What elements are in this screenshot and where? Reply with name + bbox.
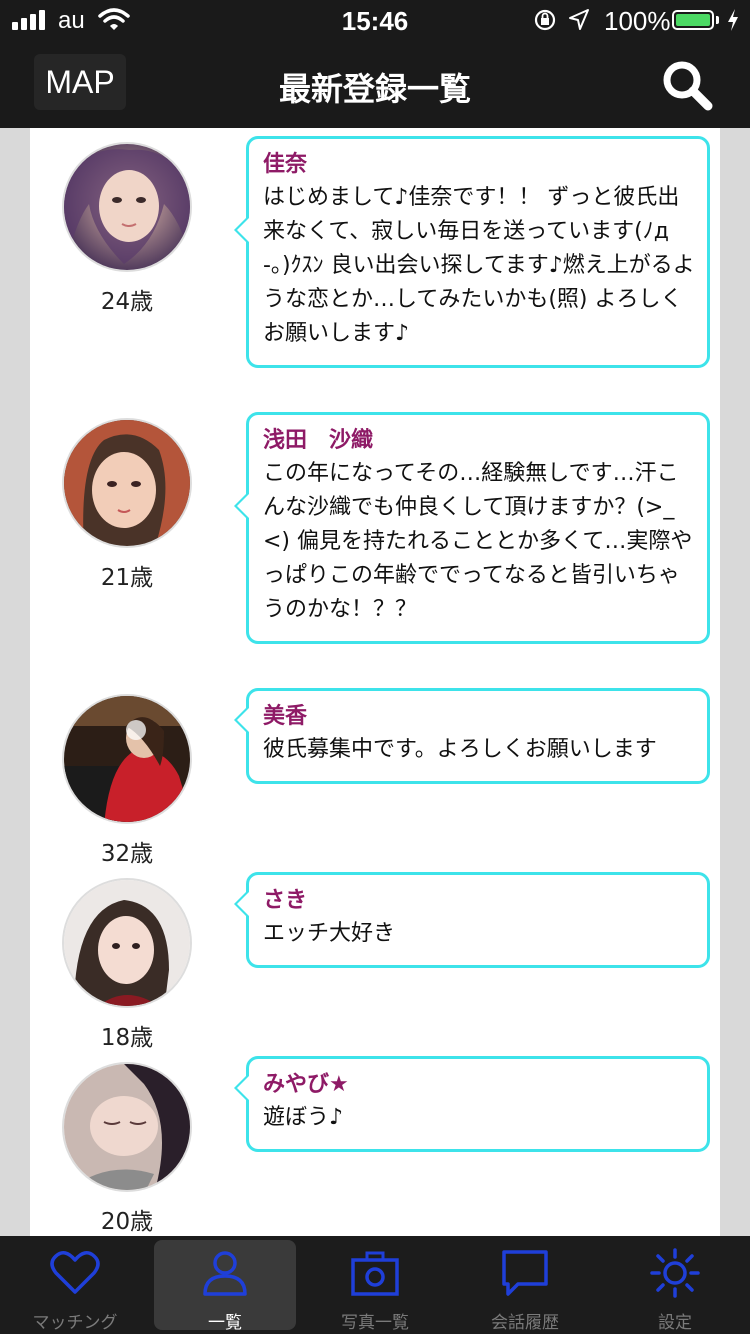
avatar[interactable] [62,418,192,548]
page-title: 最新登録一覧 [278,70,471,108]
profile-photo [64,144,190,270]
profile-photo [64,880,190,1006]
profile-name: 佳奈 [263,152,308,177]
profile-entry[interactable]: 18歳 さき エッチ大好き [30,864,720,1051]
profile-name: さき [263,888,308,913]
age-label: 20歳 [100,1209,154,1235]
message-bubble[interactable]: 佳奈 はじめまして♪佳奈です！！ ずっと彼氏出来なくて、寂しい毎日を送っています… [234,136,710,368]
heart-icon [50,1251,100,1294]
profile-entry[interactable]: 21歳 浅田 沙織 この年になってその…経験無しです…汗こんな沙織でも仲良くして… [30,404,720,674]
message-bubble[interactable]: さき エッチ大好き [234,872,710,968]
battery-tip [716,16,719,24]
tab-label: 写真一覧 [341,1313,409,1333]
tab-matching[interactable]: マッチング [0,1236,150,1334]
battery-percent: 100% [604,6,671,36]
profile-message: この年になってその…経験無しです…汗こんな沙織でも仲良くして頂けますか？(>_<… [263,461,693,622]
tab-chat-history[interactable]: 会話履歴 [450,1236,600,1334]
profile-entry[interactable]: 20歳 みやび★ 遊ぼう♪ [30,1048,720,1236]
message-bubble[interactable]: 浅田 沙織 この年になってその…経験無しです…汗こんな沙織でも仲良くして頂けます… [234,412,710,644]
profile-message: 彼氏募集中です。よろしくお願いします [263,737,657,762]
chat-bubble-icon [502,1250,548,1296]
avatar[interactable] [62,694,192,824]
profile-message: 遊ぼう♪ [263,1105,344,1130]
location-arrow-icon [569,9,589,30]
profile-photo [64,1064,190,1190]
avatar[interactable] [62,1062,192,1192]
message-bubble[interactable]: みやび★ 遊ぼう♪ [234,1056,710,1152]
rotation-lock-icon [534,9,556,31]
profile-entry[interactable]: 32歳 美香 彼氏募集中です。よろしくお願いします [30,680,720,867]
age-label: 21歳 [100,565,154,591]
age-label: 24歳 [100,289,154,315]
search-icon[interactable] [660,58,714,112]
bottom-tab-bar: マッチング 一覧 写真一覧 会話履歴 設定 [0,1236,750,1334]
profile-name: 浅田 沙織 [263,428,374,453]
avatar[interactable] [62,142,192,272]
message-bubble[interactable]: 美香 彼氏募集中です。よろしくお願いします [234,688,710,784]
age-label: 32歳 [100,841,154,867]
profile-message: はじめまして♪佳奈です！！ ずっと彼氏出来なくて、寂しい毎日を送っています(ﾉд… [263,185,695,346]
tab-label: 会話履歴 [491,1313,559,1333]
age-label: 18歳 [100,1025,154,1051]
profile-entry[interactable]: 24歳 佳奈 はじめまして♪佳奈です！！ ずっと彼氏出来なくて、寂しい毎日を送っ… [30,128,720,398]
tab-label: マッチング [32,1313,118,1333]
tab-settings[interactable]: 設定 [600,1236,750,1334]
tab-photos[interactable]: 写真一覧 [300,1236,450,1334]
profile-name: 美香 [263,704,308,729]
profile-photo [64,696,190,822]
tab-label: 一覧 [208,1313,242,1333]
status-bar: au 15:46 100% [0,0,750,40]
battery-icon [672,10,714,30]
header-bar: MAP 最新登録一覧 [0,40,750,128]
profile-name: みやび★ [263,1072,349,1097]
camera-icon [351,1251,399,1296]
avatar[interactable] [62,878,192,1008]
tab-label: 設定 [658,1313,692,1333]
person-icon [203,1251,247,1296]
charging-bolt-icon [728,9,738,31]
profile-message: エッチ大好き [263,921,396,946]
profile-photo [64,420,190,546]
tab-list[interactable]: 一覧 [150,1236,300,1334]
profile-list: 24歳 佳奈 はじめまして♪佳奈です！！ ずっと彼氏出来なくて、寂しい毎日を送っ… [30,128,720,1236]
sun-gear-icon [650,1248,700,1298]
